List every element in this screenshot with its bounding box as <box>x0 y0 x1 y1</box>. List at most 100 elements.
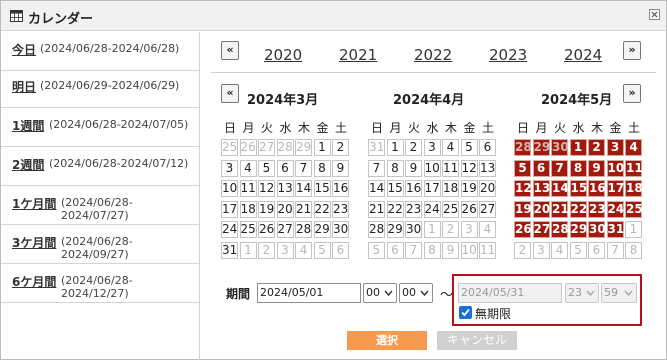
day-cell[interactable]: 12 <box>258 180 275 197</box>
day-cell[interactable]: 28 <box>295 221 312 238</box>
day-cell[interactable]: 31 <box>606 221 624 238</box>
preset-label[interactable]: 今日 <box>12 41 36 58</box>
day-cell[interactable]: 25 <box>221 139 238 156</box>
sidebar-preset-item[interactable]: 6ケ月間 (2024/06/28-2024/12/27) <box>1 264 200 303</box>
day-cell[interactable]: 1 <box>239 241 257 259</box>
day-cell[interactable]: 31 <box>221 241 238 259</box>
day-cell[interactable]: 6 <box>276 159 294 177</box>
day-cell[interactable]: 20 <box>276 200 294 218</box>
close-button[interactable] <box>649 9 660 20</box>
no-limit-label[interactable]: 無期限 <box>475 305 511 322</box>
day-cell[interactable]: 27 <box>276 221 294 238</box>
day-cell[interactable]: 17 <box>221 200 238 218</box>
day-cell[interactable]: 10 <box>423 159 441 177</box>
day-cell[interactable]: 30 <box>405 221 422 238</box>
day-cell[interactable]: 20 <box>532 200 550 218</box>
day-cell[interactable]: 7 <box>405 241 422 259</box>
day-cell[interactable]: 29 <box>313 221 331 238</box>
day-cell[interactable]: 9 <box>588 159 605 177</box>
prev-month-button[interactable]: « <box>221 84 239 103</box>
no-limit-checkbox[interactable] <box>459 306 472 319</box>
day-cell[interactable]: 3 <box>423 139 441 156</box>
day-cell[interactable]: 29 <box>295 139 312 156</box>
end-date-input[interactable]: 2024/05/31 <box>458 283 562 303</box>
day-cell[interactable]: 3 <box>606 139 624 156</box>
day-cell[interactable]: 27 <box>258 139 275 156</box>
day-cell[interactable]: 6 <box>532 159 550 177</box>
day-cell[interactable]: 25 <box>239 221 257 238</box>
day-cell[interactable]: 17 <box>423 180 441 197</box>
day-cell[interactable]: 5 <box>368 241 385 259</box>
day-cell[interactable]: 1 <box>423 221 441 238</box>
preset-label[interactable]: 3ケ月間 <box>12 234 56 251</box>
day-cell[interactable]: 31 <box>368 139 385 156</box>
day-cell[interactable]: 25 <box>625 200 643 218</box>
day-cell[interactable]: 5 <box>460 139 478 156</box>
day-cell[interactable]: 9 <box>405 159 422 177</box>
day-cell[interactable]: 11 <box>625 159 643 177</box>
day-cell[interactable]: 1 <box>569 139 587 156</box>
day-cell[interactable]: 7 <box>551 159 568 177</box>
year-link-2023[interactable]: 2023 <box>489 46 527 64</box>
day-cell[interactable]: 30 <box>588 221 606 238</box>
day-cell[interactable]: 28 <box>276 139 294 156</box>
end-min-select[interactable]: 59 <box>601 283 637 303</box>
day-cell[interactable]: 15 <box>386 180 404 197</box>
sidebar-preset-item[interactable]: 今日 (2024/06/28-2024/06/28) <box>1 32 200 71</box>
day-cell[interactable]: 15 <box>313 180 331 197</box>
day-cell[interactable]: 6 <box>588 241 605 259</box>
day-cell[interactable]: 2 <box>332 139 349 156</box>
day-cell[interactable]: 29 <box>386 221 404 238</box>
day-cell[interactable]: 8 <box>313 159 331 177</box>
day-cell[interactable]: 18 <box>625 180 643 197</box>
day-cell[interactable]: 1 <box>313 139 331 156</box>
day-cell[interactable]: 8 <box>569 159 587 177</box>
day-cell[interactable]: 27 <box>532 221 550 238</box>
sidebar-preset-item[interactable]: 2週間 (2024/06/28-2024/07/12) <box>1 147 200 186</box>
day-cell[interactable]: 10 <box>460 241 478 259</box>
day-cell[interactable]: 4 <box>479 221 496 238</box>
day-cell[interactable]: 21 <box>295 200 312 218</box>
day-cell[interactable]: 9 <box>442 241 459 259</box>
day-cell[interactable]: 5 <box>258 159 275 177</box>
day-cell[interactable]: 16 <box>405 180 422 197</box>
day-cell[interactable]: 7 <box>295 159 312 177</box>
select-button[interactable]: 選択 <box>347 331 427 350</box>
day-cell[interactable]: 4 <box>551 241 568 259</box>
day-cell[interactable]: 8 <box>386 159 404 177</box>
day-cell[interactable]: 12 <box>460 159 478 177</box>
preset-label[interactable]: 1週間 <box>12 117 44 134</box>
day-cell[interactable]: 2 <box>588 139 605 156</box>
day-cell[interactable]: 3 <box>221 159 238 177</box>
end-hour-select[interactable]: 23 <box>565 283 599 303</box>
day-cell[interactable]: 23 <box>332 200 349 218</box>
day-cell[interactable]: 2 <box>442 221 459 238</box>
day-cell[interactable]: 18 <box>442 180 459 197</box>
day-cell[interactable]: 23 <box>405 200 422 218</box>
day-cell[interactable]: 28 <box>551 221 569 238</box>
day-cell[interactable]: 6 <box>332 241 349 259</box>
day-cell[interactable]: 10 <box>221 180 238 197</box>
day-cell[interactable]: 28 <box>514 139 532 156</box>
day-cell[interactable]: 29 <box>569 221 587 238</box>
day-cell[interactable]: 3 <box>460 221 478 238</box>
day-cell[interactable]: 8 <box>625 241 642 259</box>
day-cell[interactable]: 26 <box>514 221 532 238</box>
day-cell[interactable]: 26 <box>460 200 478 218</box>
day-cell[interactable]: 14 <box>368 180 385 197</box>
next-month-button[interactable]: » <box>623 84 641 103</box>
day-cell[interactable]: 11 <box>239 180 257 197</box>
day-cell[interactable]: 2 <box>405 139 422 156</box>
sidebar-preset-item[interactable]: 3ケ月間 (2024/06/28-2024/09/27) <box>1 225 200 264</box>
start-hour-select[interactable]: 00 <box>363 283 397 303</box>
day-cell[interactable]: 1 <box>386 139 404 156</box>
preset-label[interactable]: 明日 <box>12 78 36 95</box>
sidebar-preset-item[interactable]: 1ケ月間 (2024/06/28-2024/07/27) <box>1 186 200 225</box>
day-cell[interactable]: 30 <box>332 221 349 238</box>
year-link-2021[interactable]: 2021 <box>339 46 377 64</box>
day-cell[interactable]: 14 <box>551 180 569 197</box>
year-link-2024[interactable]: 2024 <box>564 46 602 64</box>
day-cell[interactable]: 19 <box>258 200 275 218</box>
day-cell[interactable]: 4 <box>442 139 459 156</box>
day-cell[interactable]: 20 <box>479 180 496 197</box>
